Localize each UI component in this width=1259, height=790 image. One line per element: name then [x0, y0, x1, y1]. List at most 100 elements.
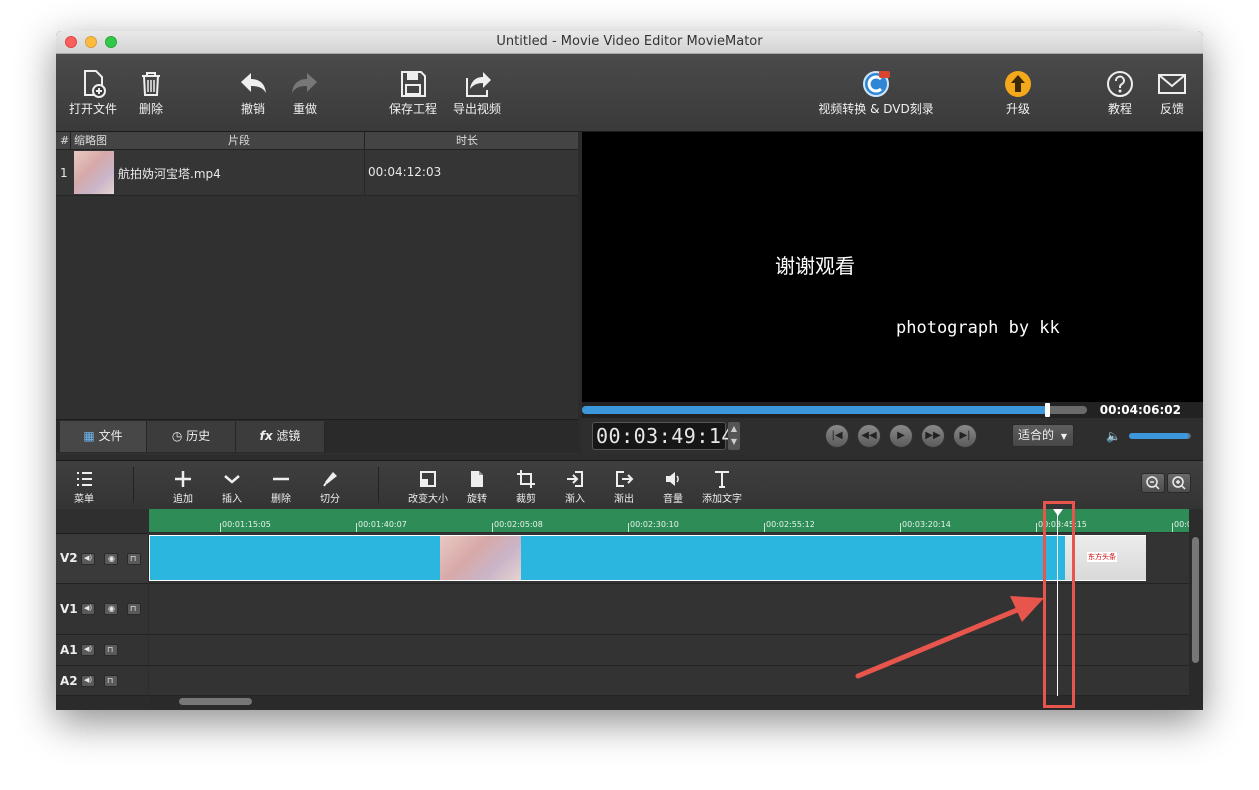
playback-controls: 00:03:49:14 ▲ ▼ |◀ ◀◀ ▶ ▶▶ ▶| 适合的 ▼ 🔈 — [582, 418, 1203, 455]
fast-forward-icon: ▶▶ — [925, 430, 941, 441]
ruler-label: 00:03:20:14 — [902, 520, 951, 529]
preview-screen[interactable]: 谢谢观看 photograph by kk — [582, 132, 1203, 402]
lock-toggle-a2[interactable]: ⊓ — [104, 675, 118, 687]
col-thumbnail: 缩略图 — [74, 134, 107, 147]
text-icon — [715, 471, 729, 488]
save-project-button[interactable]: 保存工程 — [378, 54, 448, 131]
media-row[interactable]: 1 航拍妫河宝塔.mp4 00:04:12:03 — [56, 150, 578, 196]
zoom-controls — [1141, 473, 1191, 493]
mute-toggle-a2[interactable]: ◀) — [81, 675, 95, 687]
rotate-label: 旋转 — [467, 494, 487, 505]
close-window-button[interactable] — [65, 36, 77, 48]
redo-button[interactable]: 重做 — [270, 54, 340, 131]
delete-label: 删除 — [138, 102, 163, 116]
timeline-toolbar: 菜单 追加 插入 删除 切分 改变大小 旋转 裁剪 渐入 渐出 音量 添加文字 — [56, 460, 1203, 509]
play-button[interactable]: ▶ — [889, 424, 913, 448]
timeline[interactable]: 00:01:15:05 00:01:40:07 00:02:05:08 00:0… — [149, 509, 1189, 696]
timeline-vertical-scrollbar[interactable] — [1189, 535, 1203, 709]
rewind-button[interactable]: ◀◀ — [857, 424, 881, 448]
resize-label: 改变大小 — [408, 494, 448, 505]
converter-app-icon — [863, 71, 890, 97]
track-header-v1: V1 ◀) ◉ ⊓ — [56, 584, 148, 635]
total-time: 00:04:06:02 — [1099, 403, 1181, 417]
video-clip[interactable]: 东方头条 — [149, 535, 1146, 581]
clock-icon: ◷ — [171, 429, 183, 443]
export-video-button[interactable]: 导出视频 — [442, 54, 512, 131]
ruler-label: 00:02:05:08 — [494, 520, 543, 529]
progress-knob[interactable] — [1044, 403, 1050, 417]
skip-end-icon: ▶| — [959, 430, 971, 441]
visibility-toggle-v2[interactable]: ◉ — [104, 553, 118, 565]
tab-files[interactable]: ▦ 文件 — [60, 421, 147, 452]
delete-button[interactable]: 删除 — [116, 54, 186, 131]
append-button[interactable]: 追加 — [159, 461, 207, 509]
row-index: 1 — [60, 166, 68, 180]
fade-out-button[interactable]: 渐出 — [600, 461, 648, 509]
rotate-button[interactable]: 旋转 — [453, 461, 501, 509]
insert-button[interactable]: 插入 — [208, 461, 256, 509]
crop-button[interactable]: 裁剪 — [502, 461, 550, 509]
ruler-label: 00:02:30:10 — [630, 520, 679, 529]
mail-icon — [1158, 74, 1186, 94]
lock-icon: ⊓ — [130, 554, 137, 563]
track-v1[interactable] — [149, 584, 1189, 635]
split-button[interactable]: 切分 — [306, 461, 354, 509]
add-text-button[interactable]: 添加文字 — [698, 461, 746, 509]
preview-caption-1: 谢谢观看 — [775, 254, 855, 278]
volume-button[interactable]: 音量 — [649, 461, 697, 509]
ruler-tick — [1036, 523, 1037, 532]
tab-filters[interactable]: fx 滤镜 — [236, 421, 325, 452]
scroll-thumb[interactable] — [179, 698, 252, 705]
maximize-window-button[interactable] — [105, 36, 117, 48]
tab-history[interactable]: ◷ 历史 — [147, 421, 236, 452]
feedback-label: 反馈 — [1159, 102, 1184, 116]
zoom-out-button[interactable] — [1141, 473, 1165, 493]
timecode-stepper[interactable]: ▲ ▼ — [728, 422, 740, 450]
lock-toggle-v1[interactable]: ⊓ — [127, 603, 141, 615]
fade-in-button[interactable]: 渐入 — [551, 461, 599, 509]
mute-toggle-a1[interactable]: ◀) — [81, 644, 95, 656]
save-project-label: 保存工程 — [388, 102, 437, 116]
speaker-icon: ◀) — [84, 604, 93, 612]
ruler-label: 00:02:55:12 — [766, 520, 815, 529]
time-ruler[interactable]: 00:01:15:05 00:01:40:07 00:02:05:08 00:0… — [149, 509, 1189, 532]
visibility-toggle-v1[interactable]: ◉ — [104, 603, 118, 615]
timecode-field[interactable]: 00:03:49:14 — [592, 422, 733, 450]
fade-in-label: 渐入 — [565, 494, 585, 505]
fit-dropdown[interactable]: 适合的 ▼ — [1012, 424, 1074, 447]
lock-toggle-a1[interactable]: ⊓ — [104, 644, 118, 656]
delete-clip-button[interactable]: 删除 — [257, 461, 305, 509]
ruler-label: 00:01:15:05 — [222, 520, 271, 529]
feedback-button[interactable]: 反馈 — [1137, 54, 1203, 131]
chevron-down-icon — [224, 475, 240, 484]
skip-start-button[interactable]: |◀ — [825, 424, 849, 448]
track-header-v2: V2 ◀) ◉ ⊓ — [56, 534, 148, 584]
convert-dvd-button[interactable]: 视频转换 & DVD刻录 — [811, 54, 941, 131]
menu-button[interactable]: 菜单 — [60, 461, 108, 509]
zoom-in-button[interactable] — [1167, 473, 1191, 493]
open-file-icon — [84, 70, 106, 98]
track-v2[interactable]: 东方头条 — [149, 533, 1189, 584]
ruler-tick — [220, 523, 221, 532]
clip-thumbnail — [440, 536, 521, 580]
clip-name: 航拍妫河宝塔.mp4 — [118, 167, 221, 181]
skip-end-button[interactable]: ▶| — [953, 424, 977, 448]
resize-button[interactable]: 改变大小 — [404, 461, 452, 509]
resize-icon — [420, 471, 436, 487]
track-a2[interactable] — [149, 666, 1189, 696]
minimize-window-button[interactable] — [85, 36, 97, 48]
add-text-label: 添加文字 — [702, 494, 742, 505]
track-a1[interactable] — [149, 635, 1189, 666]
mute-toggle-v2[interactable]: ◀) — [81, 553, 95, 565]
track-name-v2: V2 — [60, 551, 78, 565]
rewind-icon: ◀◀ — [861, 430, 877, 441]
lock-icon: ⊓ — [130, 604, 137, 613]
timeline-horizontal-scrollbar[interactable] — [149, 696, 1189, 709]
scroll-thumb[interactable] — [1192, 537, 1199, 663]
tab-filters-label: 滤镜 — [276, 429, 301, 443]
mute-toggle-v1[interactable]: ◀) — [81, 603, 95, 615]
undo-icon — [241, 73, 266, 93]
lock-toggle-v2[interactable]: ⊓ — [127, 553, 141, 565]
fast-forward-button[interactable]: ▶▶ — [921, 424, 945, 448]
upgrade-button[interactable]: 升级 — [983, 54, 1053, 131]
